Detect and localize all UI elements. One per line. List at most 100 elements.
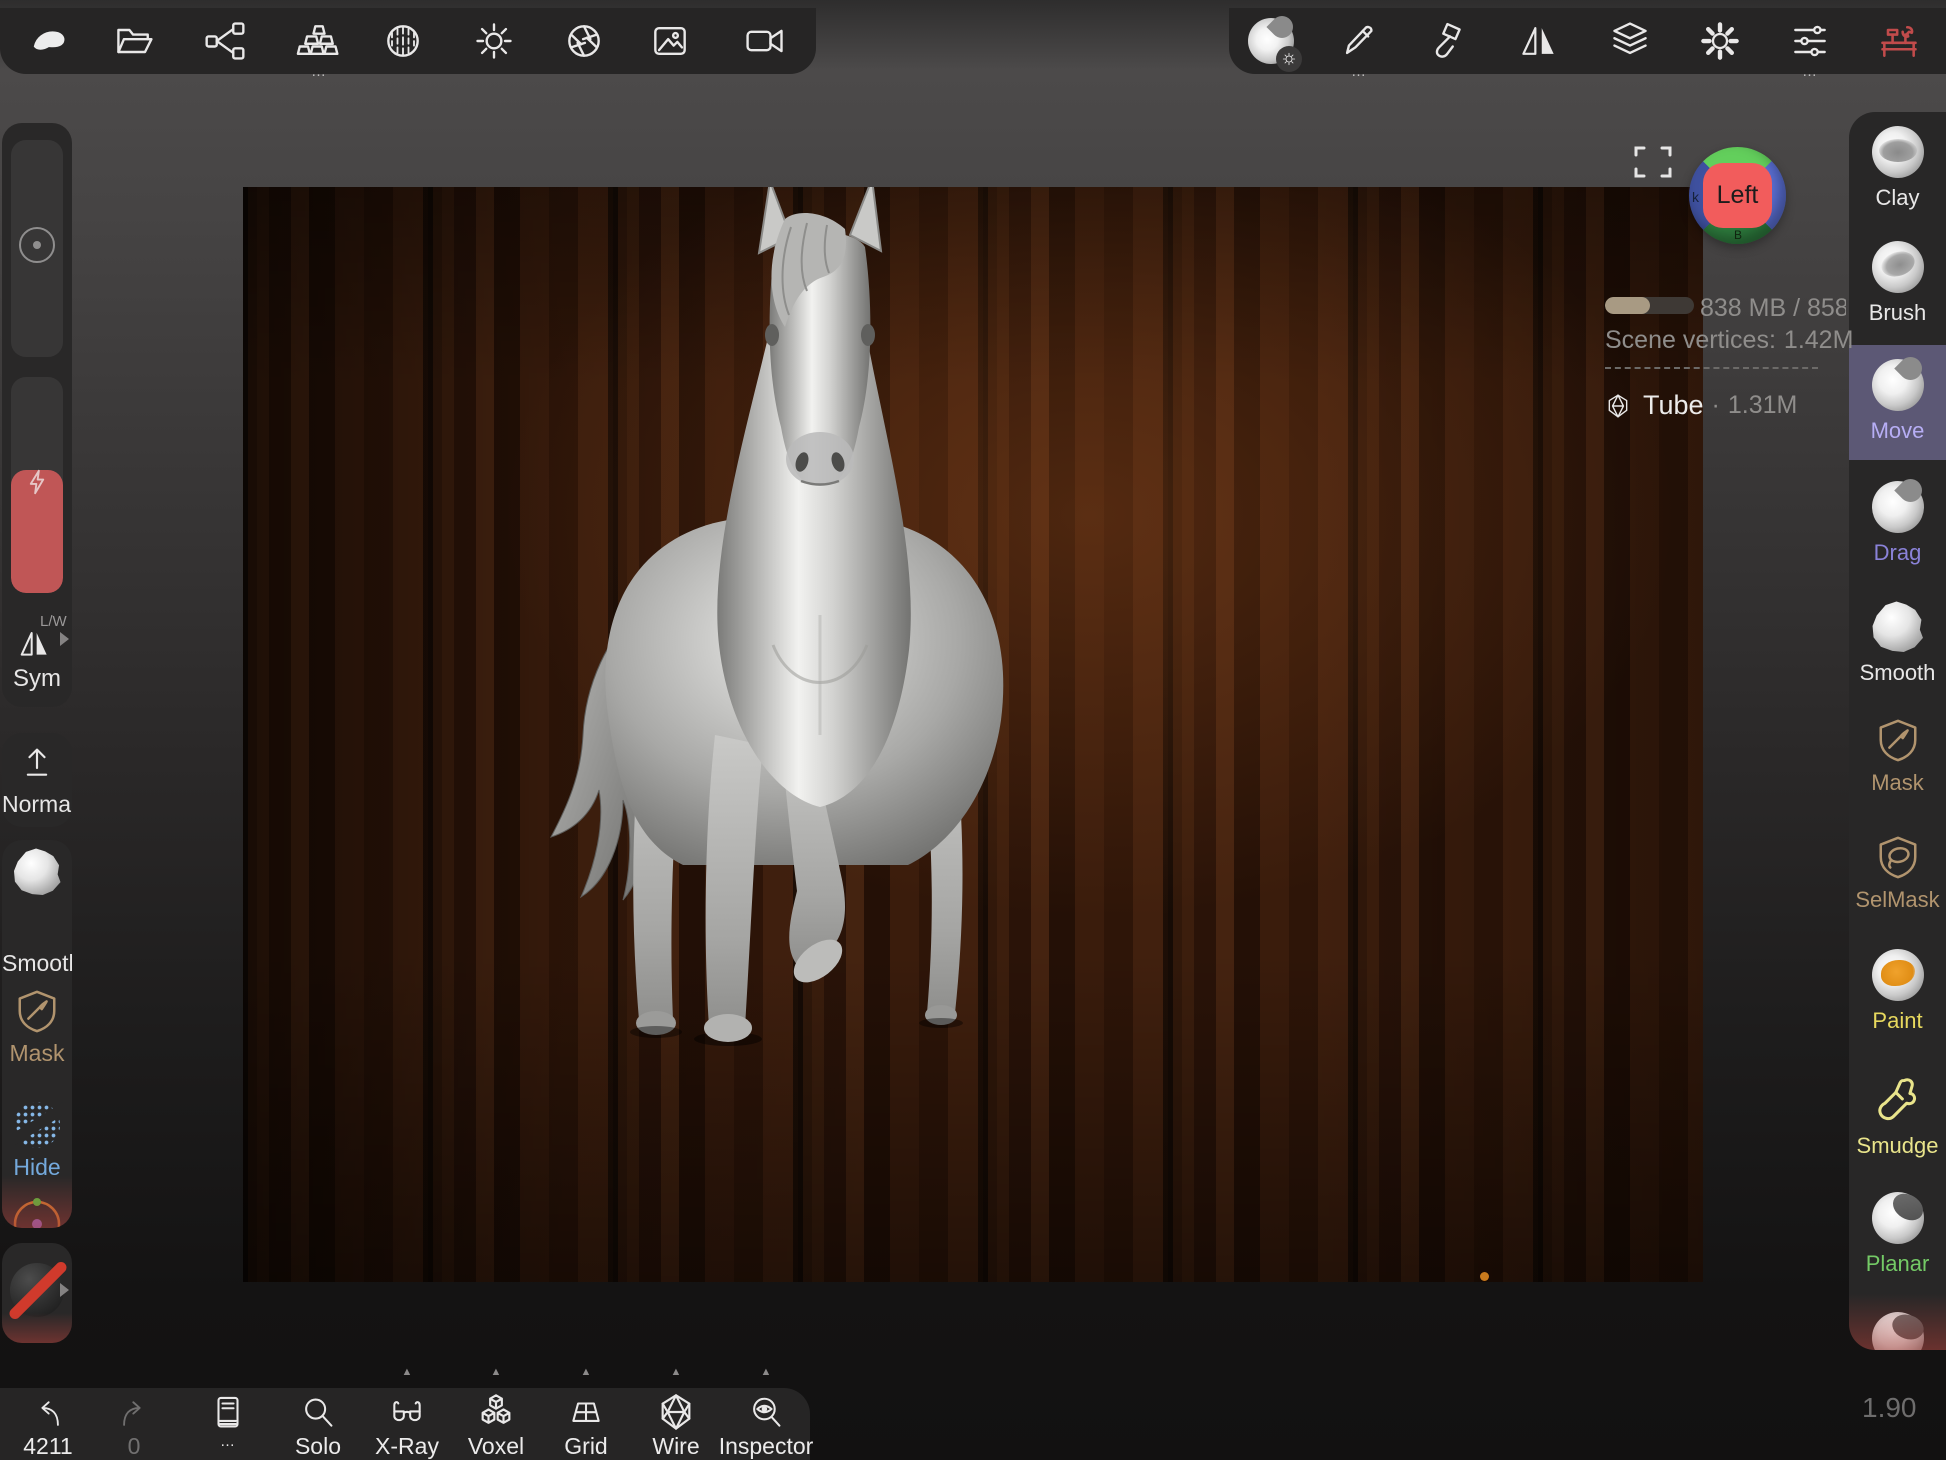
tool-brush[interactable]: Brush (1849, 241, 1946, 326)
intensity-slider[interactable] (11, 377, 63, 593)
radius-ring-icon (19, 227, 55, 263)
material-sphere-icon[interactable] (1245, 15, 1297, 67)
ground-grid-icon (566, 1392, 606, 1432)
viewcube[interactable]: Left k B (1689, 147, 1786, 244)
nomad-sculpt-app: { "app": { "name": "Nomad Sculpt", "vers… (0, 0, 1946, 1460)
smooth-quick-button[interactable]: Smooth (2, 848, 72, 923)
matcap-sphere-icon[interactable] (377, 15, 429, 67)
settings-gear-icon[interactable] (1694, 15, 1746, 67)
solo-label: Solo (295, 1433, 341, 1460)
more-indicator: … (1784, 67, 1836, 77)
left-quick-tools-panel: Smooth Mask Hide (2, 840, 72, 1228)
radius-slider[interactable] (11, 140, 63, 357)
normal-label: Normal (2, 791, 72, 818)
undo-icon (29, 1392, 67, 1432)
hide-quick-button[interactable]: Hide (2, 1102, 72, 1175)
eye-magnifier-icon (747, 1392, 785, 1432)
mirror-icon (15, 623, 55, 663)
symmetry-button[interactable]: L/W Sym (2, 610, 72, 707)
tool-label: Brush (1869, 300, 1926, 326)
voxel-button[interactable]: Voxel (453, 1388, 539, 1460)
more-indicator: … (1333, 67, 1385, 77)
mask-quick-button[interactable]: Mask (2, 988, 72, 1061)
tool-label: Paint (1872, 1008, 1922, 1034)
xray-button[interactable]: X-Ray (364, 1388, 450, 1460)
memory-text: 838 MB / 858 MB (1700, 294, 1846, 323)
lighting-sun-icon[interactable] (468, 15, 520, 67)
expand-caret-icon (60, 1283, 69, 1297)
inspector-label: Inspector (719, 1433, 814, 1460)
smooth-rock-icon (1872, 601, 1924, 653)
horse-model[interactable] (523, 187, 1083, 1055)
tool-move-selected[interactable]: Move (1849, 345, 1946, 460)
tool-paint[interactable]: Paint (1849, 949, 1946, 1034)
tool-mask[interactable]: Mask (1849, 717, 1946, 796)
grid-label: Grid (564, 1433, 607, 1460)
lightning-icon (22, 467, 52, 497)
scroll-fade (1849, 1294, 1946, 1350)
more-indicator: … (220, 1433, 236, 1450)
object-name: Tube (1643, 390, 1704, 421)
redo-icon (115, 1392, 153, 1432)
camera-aperture-icon[interactable] (558, 15, 610, 67)
debug-toolbox-icon[interactable] (1873, 15, 1925, 67)
active-object-row[interactable]: Tube · 1.31M (1605, 390, 1797, 421)
viewcube-face-label[interactable]: Left (1703, 163, 1772, 228)
tool-smudge[interactable]: Smudge (1849, 1074, 1946, 1159)
expand-caret-icon (60, 632, 69, 646)
tool-clay[interactable]: Clay (1849, 126, 1946, 211)
undo-button[interactable]: 4211 (5, 1388, 91, 1460)
material-none-button[interactable] (2, 1243, 72, 1343)
solo-button[interactable]: Solo (275, 1388, 361, 1460)
falloff-normal-button[interactable]: Normal (2, 733, 72, 827)
video-capture-icon[interactable] (739, 15, 791, 67)
xray-label: X-Ray (375, 1433, 439, 1460)
tool-smooth[interactable]: Smooth (1849, 601, 1946, 686)
tool-selmask[interactable]: SelMask (1849, 834, 1946, 913)
hide-dissolve-icon (14, 1102, 60, 1148)
tool-drag[interactable]: Drag (1849, 481, 1946, 566)
adjust-sliders-icon[interactable]: … (1784, 15, 1836, 67)
material-settings-gear-icon[interactable] (1276, 46, 1302, 72)
top-left-toolbar: … (0, 8, 816, 74)
no-material-sphere-icon (10, 1263, 64, 1317)
symmetry-mirror-icon[interactable] (1513, 15, 1565, 67)
move-sphere-icon (1872, 359, 1924, 411)
top-right-toolbar: … … (1229, 8, 1946, 74)
menu-caret-icon: ▲ (761, 1366, 772, 1378)
version-label: 1.90 (1862, 1392, 1917, 1424)
menu-caret-icon: ▲ (491, 1366, 502, 1378)
open-folder-icon[interactable] (108, 15, 160, 67)
layers-stack-icon[interactable] (1604, 15, 1656, 67)
grid-button[interactable]: Grid (543, 1388, 629, 1460)
redo-button[interactable]: 0 (91, 1388, 177, 1460)
tool-planar[interactable]: Planar (1849, 1192, 1946, 1277)
arrow-up-icon (17, 743, 57, 783)
tool-label: Move (1871, 418, 1925, 444)
stroke-pencil-icon[interactable]: … (1333, 15, 1385, 67)
smooth-label: Smooth (2, 950, 72, 977)
notes-button[interactable]: … (185, 1388, 271, 1460)
paint-roller-icon[interactable] (1424, 15, 1476, 67)
more-indicator: … (293, 67, 345, 77)
wire-label: Wire (652, 1433, 699, 1460)
wire-button[interactable]: Wire (633, 1388, 719, 1460)
inspector-button[interactable]: Inspector (723, 1388, 809, 1460)
sym-label: Sym (2, 665, 72, 693)
gizmo-icon[interactable] (9, 1198, 65, 1228)
scene-graph-icon[interactable] (199, 15, 251, 67)
tool-label: Planar (1866, 1251, 1930, 1277)
planar-sphere-icon (1872, 1192, 1924, 1244)
layers-gold-icon[interactable]: … (293, 15, 345, 67)
nomad-logo-icon[interactable] (22, 15, 74, 67)
wireframe-sphere-icon (656, 1392, 696, 1432)
background-image-icon[interactable] (644, 15, 696, 67)
fullscreen-icon[interactable] (1634, 146, 1672, 178)
viewcube-bottom-edge-label: B (1734, 228, 1742, 242)
paint-sphere-icon (1872, 949, 1924, 1001)
sculpt-viewport[interactable] (243, 187, 1703, 1282)
memory-bar (1605, 297, 1694, 314)
viewcube-left-edge-label: k (1692, 189, 1699, 205)
home-view-icon[interactable] (1638, 224, 1676, 260)
bottom-toolbar: 4211 0 … Solo X-Ray Voxel Grid Wire Insp… (0, 1388, 810, 1460)
